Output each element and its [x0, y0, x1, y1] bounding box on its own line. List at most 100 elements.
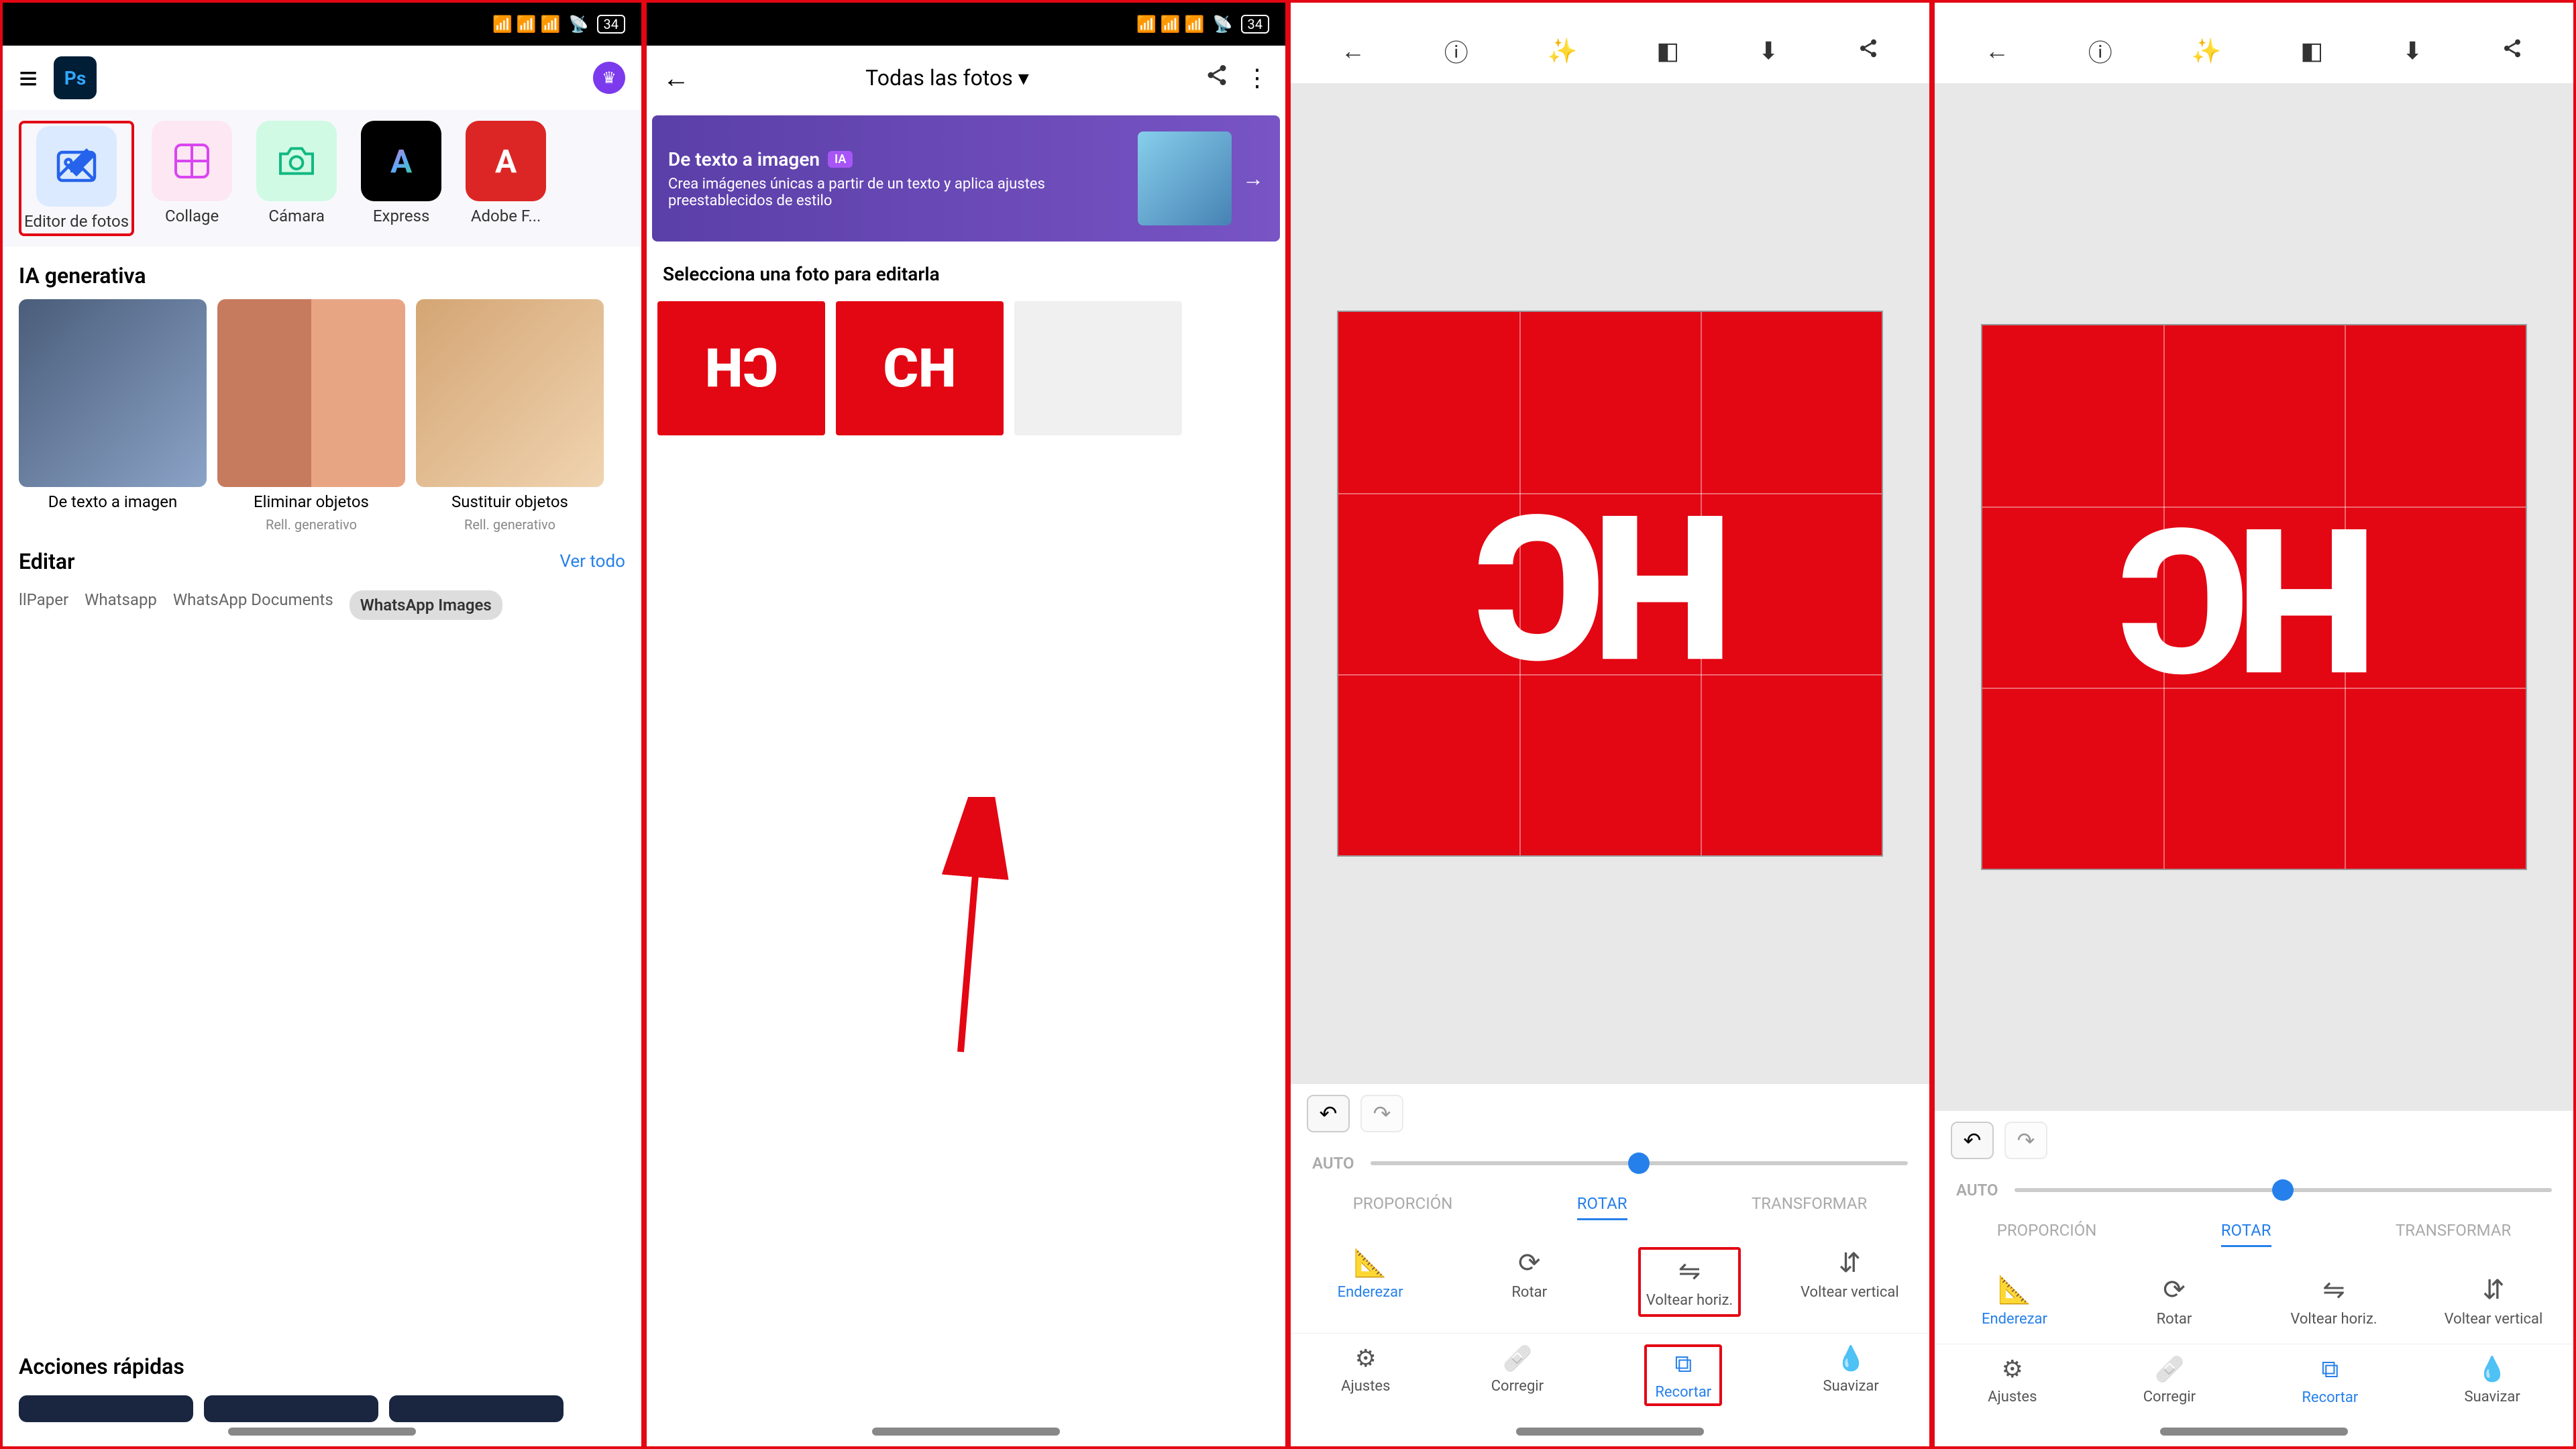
tool-ajustes[interactable]: ⚙Ajustes	[1988, 1355, 2037, 1406]
option-voltear-horiz[interactable]: ⇋Voltear horiz.	[1638, 1247, 1741, 1317]
panel-editor-after: ← ⓘ ✨ ◧ ⬇ HC ↶ ↷ AUTO PROPORCIÓN ROTAR T…	[1932, 0, 2576, 1449]
option-enderezar[interactable]: 📐Enderezar	[1964, 1274, 2065, 1328]
photos-header: ← Todas las fotos ▾ ⋮	[647, 46, 1285, 110]
banner-thumbnail	[1138, 131, 1232, 225]
select-photo-label: Selecciona una foto para editarla	[647, 247, 1285, 301]
photo-thumb[interactable]: CH	[836, 301, 1004, 435]
canvas-image[interactable]: HC	[1981, 324, 2527, 870]
share-icon[interactable]	[1858, 37, 1879, 65]
tool-recortar[interactable]: ⧉Recortar	[1644, 1344, 1722, 1406]
tool-ajustes[interactable]: ⚙Ajustes	[1341, 1344, 1390, 1406]
home-indicator	[228, 1428, 416, 1436]
photoshop-logo[interactable]: Ps	[54, 56, 97, 99]
ia-section-title: IA generativa	[3, 247, 641, 299]
back-button[interactable]: ←	[663, 62, 690, 94]
slider-track[interactable]	[2015, 1188, 2552, 1192]
slider-thumb[interactable]	[2272, 1179, 2294, 1201]
option-voltear-horiz[interactable]: ⇋Voltear horiz.	[2284, 1274, 2384, 1328]
tool-camara[interactable]: Cámara	[250, 121, 343, 236]
compare-icon[interactable]: ◧	[1656, 37, 1679, 65]
tool-corregir[interactable]: 🩹Corregir	[1491, 1344, 1544, 1406]
slider-thumb[interactable]	[1628, 1152, 1650, 1174]
premium-button[interactable]: ♛	[593, 62, 625, 94]
tab-llpaper[interactable]: llPaper	[19, 590, 68, 620]
rotate-options: 📐Enderezar ⟳Rotar ⇋Voltear horiz. ⇵Volte…	[1291, 1231, 1929, 1333]
redo-button[interactable]: ↷	[2004, 1122, 2047, 1159]
tab-transformar[interactable]: TRANSFORMAR	[2396, 1221, 2511, 1247]
tool-adobe-f[interactable]: A Adobe F...	[459, 121, 553, 236]
ver-todo-link[interactable]: Ver todo	[559, 551, 625, 572]
straighten-slider: AUTO	[1935, 1170, 2573, 1210]
tab-proporcion[interactable]: PROPORCIÓN	[1997, 1221, 2097, 1247]
undo-redo-row: ↶ ↷	[1935, 1111, 2573, 1170]
tool-collage[interactable]: Collage	[145, 121, 239, 236]
compare-icon[interactable]: ◧	[2300, 37, 2323, 65]
download-icon[interactable]: ⬇	[1758, 37, 1778, 65]
undo-button[interactable]: ↶	[1951, 1122, 1994, 1159]
tool-corregir[interactable]: 🩹Corregir	[2143, 1355, 2196, 1406]
status-bar: 📶 📶 📶 📡 34	[647, 3, 1285, 46]
share-icon[interactable]	[2502, 37, 2523, 65]
signal-icon: 📶 📶 📶	[1136, 15, 1205, 34]
back-button[interactable]: ←	[1341, 37, 1365, 65]
option-enderezar[interactable]: 📐Enderezar	[1320, 1247, 1421, 1317]
tool-express[interactable]: A Express	[354, 121, 448, 236]
redo-button[interactable]: ↷	[1360, 1095, 1403, 1132]
more-icon[interactable]: ⋮	[1245, 64, 1269, 92]
slider-track[interactable]	[1371, 1161, 1908, 1165]
photo-grid: CH CH	[647, 301, 1285, 435]
status-bar: 📶 📶 📶 📡 34	[3, 3, 641, 46]
ia-row: De texto a imagen Eliminar objetos Rell.…	[3, 299, 641, 533]
download-icon[interactable]: ⬇	[2402, 37, 2422, 65]
battery-indicator: 34	[1241, 15, 1269, 34]
canvas-area[interactable]: HC	[1935, 83, 2573, 1111]
battery-indicator: 34	[597, 15, 625, 34]
ia-card-eliminar[interactable]: Eliminar objetos Rell. generativo	[217, 299, 405, 533]
banner-arrow-icon: →	[1242, 166, 1264, 191]
tab-rotar[interactable]: ROTAR	[2221, 1221, 2271, 1247]
magic-icon[interactable]: ✨	[2192, 37, 2222, 65]
panel-home: 📶 📶 📶 📡 34 ≡ Ps ♛ Editor de fotos Collag…	[0, 0, 644, 1449]
rotate-options: 📐Enderezar ⟳Rotar ⇋Voltear horiz. ⇵Volte…	[1935, 1258, 2573, 1344]
annotation-arrow	[934, 797, 1014, 1068]
option-voltear-vertical[interactable]: ⇵Voltear vertical	[1799, 1247, 1900, 1317]
tool-suavizar[interactable]: 💧Suavizar	[1823, 1344, 1879, 1406]
bottom-toolbar: ⚙Ajustes 🩹Corregir ⧉Recortar 💧Suavizar	[1935, 1344, 2573, 1422]
tab-whatsapp-docs[interactable]: WhatsApp Documents	[173, 590, 333, 620]
menu-icon[interactable]: ≡	[19, 59, 38, 97]
straighten-slider: AUTO	[1291, 1143, 1929, 1183]
album-dropdown[interactable]: Todas las fotos ▾	[706, 65, 1189, 91]
canvas-image[interactable]: HC	[1337, 311, 1883, 857]
texto-imagen-banner[interactable]: De texto a imagen IA Crea imágenes única…	[652, 115, 1280, 241]
tab-whatsapp[interactable]: Whatsapp	[85, 590, 157, 620]
tool-editor-fotos[interactable]: Editor de fotos	[19, 121, 134, 236]
tab-transformar[interactable]: TRANSFORMAR	[1752, 1194, 1867, 1220]
home-indicator	[2160, 1428, 2348, 1436]
canvas-area[interactable]: HC	[1291, 83, 1929, 1084]
tool-recortar[interactable]: ⧉Recortar	[2302, 1355, 2358, 1406]
option-voltear-vertical[interactable]: ⇵Voltear vertical	[2443, 1274, 2544, 1328]
qa-card[interactable]	[204, 1395, 378, 1422]
magic-icon[interactable]: ✨	[1548, 37, 1578, 65]
ia-card-texto-imagen[interactable]: De texto a imagen	[19, 299, 207, 533]
tool-suavizar[interactable]: 💧Suavizar	[2465, 1355, 2520, 1406]
tab-proporcion[interactable]: PROPORCIÓN	[1353, 1194, 1453, 1220]
photo-thumb[interactable]: CH	[657, 301, 825, 435]
crop-tabs: PROPORCIÓN ROTAR TRANSFORMAR	[1935, 1210, 2573, 1258]
quick-actions-row	[3, 1395, 641, 1422]
ia-card-sustituir[interactable]: Sustituir objetos Rell. generativo	[416, 299, 604, 533]
qa-card[interactable]	[19, 1395, 193, 1422]
home-header: ≡ Ps ♛	[3, 46, 641, 110]
help-icon[interactable]: ⓘ	[2088, 34, 2112, 68]
home-indicator	[872, 1428, 1060, 1436]
back-button[interactable]: ←	[1985, 37, 2009, 65]
option-rotar[interactable]: ⟳Rotar	[2124, 1274, 2224, 1328]
tab-whatsapp-images[interactable]: WhatsApp Images	[350, 590, 502, 620]
qa-card[interactable]	[389, 1395, 564, 1422]
share-icon[interactable]	[1205, 63, 1229, 93]
tab-rotar[interactable]: ROTAR	[1577, 1194, 1627, 1220]
help-icon[interactable]: ⓘ	[1444, 34, 1468, 68]
option-rotar[interactable]: ⟳Rotar	[1479, 1247, 1580, 1317]
undo-button[interactable]: ↶	[1307, 1095, 1350, 1132]
photo-thumb[interactable]	[1014, 301, 1182, 435]
